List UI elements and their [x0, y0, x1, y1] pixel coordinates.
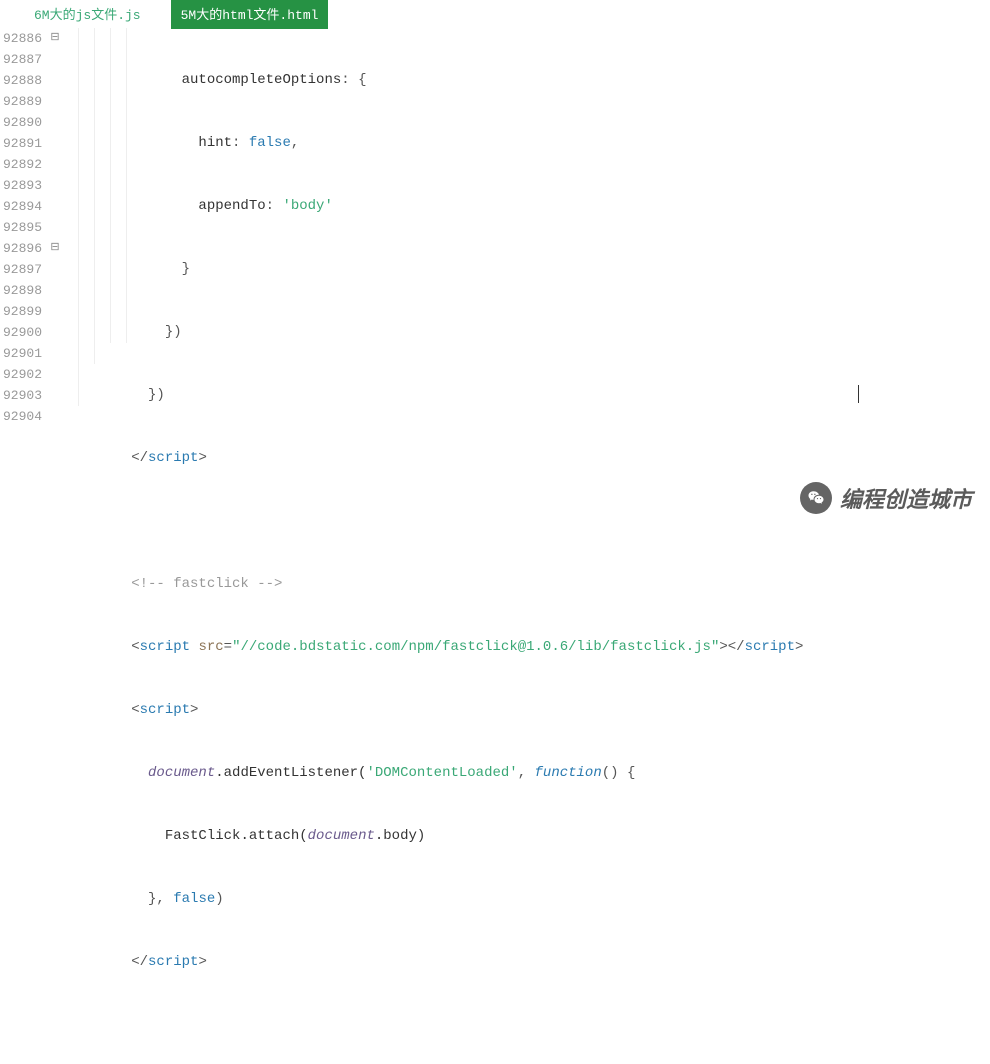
line-number-gutter: 92886 92887 92888 92889 92890 92891 9289… [0, 28, 48, 1064]
code-line: </script> [64, 448, 803, 469]
line-number: 92903 [0, 385, 42, 406]
code-line: }) [64, 322, 803, 343]
line-number: 92890 [0, 112, 42, 133]
line-number: 92889 [0, 91, 42, 112]
code-content[interactable]: autocompleteOptions: { hint: false, appe… [62, 28, 803, 1064]
line-number: 92901 [0, 343, 42, 364]
line-number: 92896 [0, 238, 42, 259]
line-number: 92891 [0, 133, 42, 154]
code-line: }, false) [64, 889, 803, 910]
wechat-icon [800, 482, 832, 514]
line-number: 92886 [0, 28, 42, 49]
line-number: 92892 [0, 154, 42, 175]
tab-js-file[interactable]: 6M大的js文件.js [24, 0, 151, 29]
code-line: FastClick.attach(document.body) [64, 826, 803, 847]
tab-html-file[interactable]: 5M大的html文件.html [171, 0, 329, 29]
fold-gutter: ⊟ ⊟ [48, 28, 62, 1064]
code-editor[interactable]: 92886 92887 92888 92889 92890 92891 9289… [0, 28, 990, 1064]
line-number: 92887 [0, 49, 42, 70]
watermark-text: 编程创造城市 [840, 482, 972, 514]
code-line: } [64, 259, 803, 280]
line-number: 92898 [0, 280, 42, 301]
editor-tabs: 6M大的js文件.js 5M大的html文件.html [0, 0, 990, 28]
line-number: 92893 [0, 175, 42, 196]
code-line: <!-- fastclick --> [64, 574, 803, 595]
watermark: 编程创造城市 [800, 482, 972, 514]
code-line: <script src="//code.bdstatic.com/npm/fas… [64, 637, 803, 658]
line-number: 92899 [0, 301, 42, 322]
text-cursor [858, 385, 859, 403]
fold-collapse-icon: ⊟ [50, 238, 59, 259]
line-number: 92895 [0, 217, 42, 238]
code-line: }) [64, 385, 803, 406]
code-line: appendTo: 'body' [64, 196, 803, 217]
line-number: 92888 [0, 70, 42, 91]
code-line: </script> [64, 952, 803, 973]
code-line: autocompleteOptions: { [64, 70, 803, 91]
fold-toggle[interactable]: ⊟ [48, 28, 62, 49]
fold-collapse-icon: ⊟ [50, 28, 59, 49]
fold-toggle[interactable]: ⊟ [48, 238, 62, 259]
code-line: <script> [64, 700, 803, 721]
line-number: 92897 [0, 259, 42, 280]
line-number: 92902 [0, 364, 42, 385]
code-line: document.addEventListener('DOMContentLoa… [64, 763, 803, 784]
line-number: 92900 [0, 322, 42, 343]
line-number: 92894 [0, 196, 42, 217]
line-number: 92904 [0, 406, 42, 427]
code-line [64, 511, 803, 532]
code-line [64, 1015, 803, 1036]
code-line: hint: false, [64, 133, 803, 154]
